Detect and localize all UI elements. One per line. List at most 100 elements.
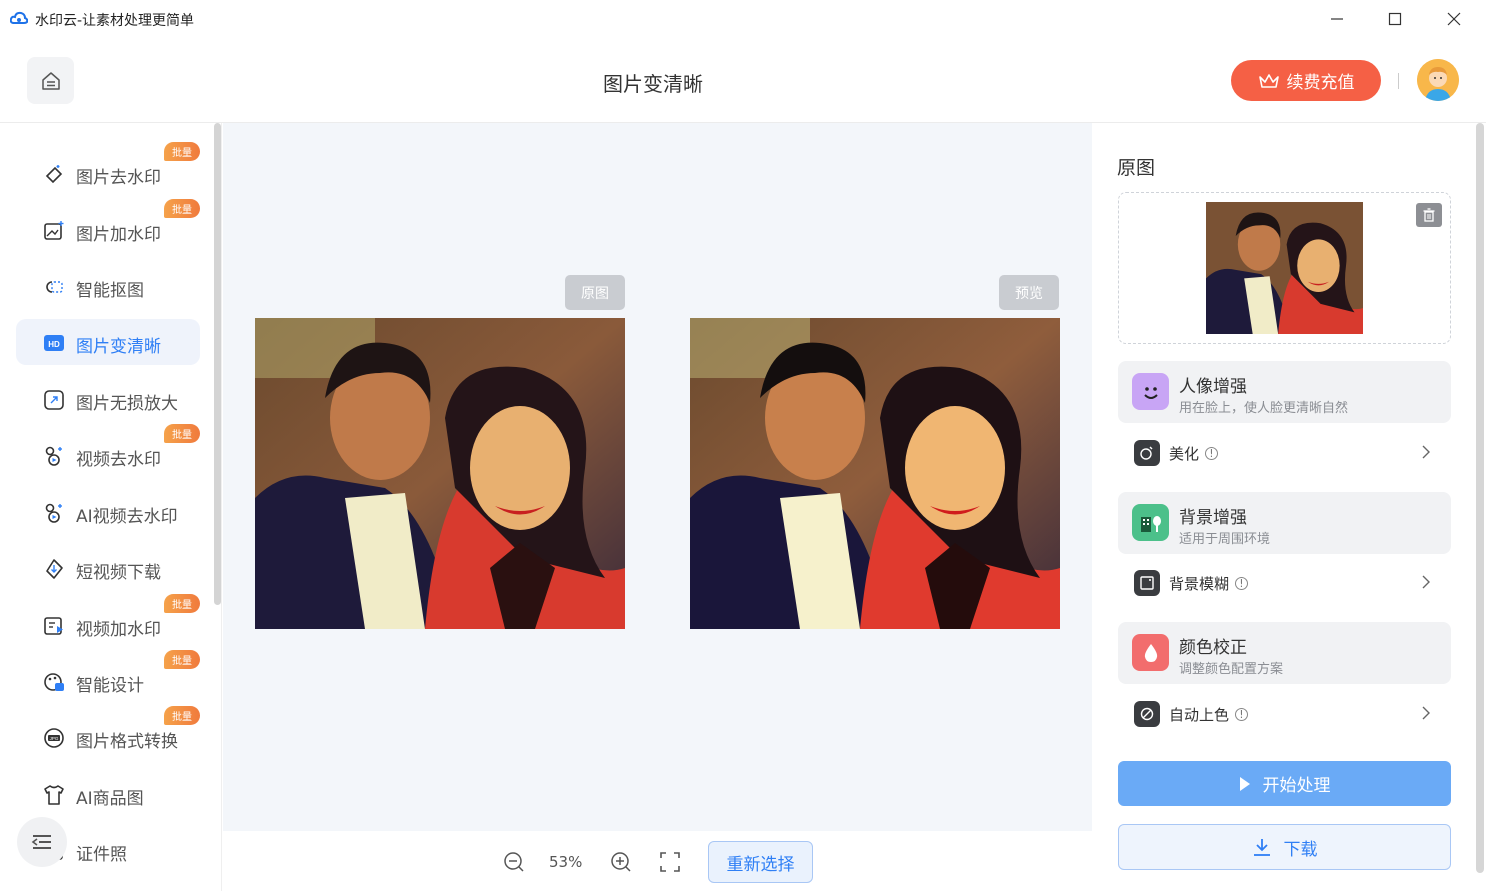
sidebar-item-label: 图片无损放大 <box>76 394 178 414</box>
info-icon[interactable]: ! <box>1205 447 1219 460</box>
zoom-out-icon[interactable] <box>502 850 526 874</box>
sidebar-item-label: 图片加水印 <box>76 225 161 245</box>
maximize-button[interactable] <box>1380 6 1410 32</box>
original-tag: 原图 <box>565 275 625 310</box>
menu-collapse-icon <box>31 835 51 849</box>
close-icon <box>1447 12 1461 26</box>
option-auto-colorize[interactable]: 自动上色! <box>1118 694 1451 734</box>
beauty-icon <box>1134 440 1160 466</box>
sidebar-item-label: AI视频去水印 <box>76 507 178 527</box>
image-add-icon <box>44 221 64 240</box>
batch-badge: 批量 <box>164 424 200 443</box>
zoom-in-icon[interactable] <box>609 850 633 874</box>
trash-icon <box>1423 208 1435 222</box>
cutout-icon <box>46 281 63 293</box>
image-canvas: 原图 预览 <box>223 123 1092 831</box>
sidebar-item-smart-cutout[interactable]: 智能抠图 <box>16 263 200 309</box>
video-eraser-icon <box>45 446 62 466</box>
preview-image <box>690 318 1060 629</box>
option-label: 美化! <box>1169 443 1219 464</box>
page-title: 图片变清晰 <box>603 72 703 96</box>
sidebar-collapse-button[interactable] <box>17 817 67 867</box>
colorize-icon <box>1134 701 1160 727</box>
minimize-button[interactable] <box>1322 6 1352 32</box>
sidebar-item-label: AI商品图 <box>76 789 144 809</box>
download-icon <box>1253 839 1270 856</box>
original-thumbnail <box>1206 202 1363 334</box>
fullscreen-icon[interactable] <box>659 851 681 873</box>
sidebar-item-label: 视频去水印 <box>76 450 161 470</box>
sidebar-item-label: 智能抠图 <box>76 281 144 301</box>
batch-badge: 批量 <box>164 594 200 613</box>
info-icon[interactable]: ! <box>1235 577 1249 590</box>
sidebar-item-video-add-watermark[interactable]: 视频加水印 批量 <box>16 594 200 648</box>
feature-color-correction[interactable]: 颜色校正 调整颜色配置方案 <box>1118 622 1451 684</box>
play-icon <box>1239 776 1250 791</box>
option-beautify[interactable]: 美化! <box>1118 433 1451 473</box>
cloud-logo-icon <box>10 11 28 24</box>
feature-background-enhance[interactable]: 背景增强 适用于周围环境 <box>1118 492 1451 554</box>
minimize-icon <box>1331 18 1343 20</box>
sidebar-item-label: 图片格式转换 <box>76 732 178 752</box>
vip-recharge-button[interactable]: 续费充值 <box>1231 60 1381 101</box>
sidebar-item-ai-video-remove-watermark[interactable]: AI视频去水印 <box>16 489 200 535</box>
sidebar-item-smart-design[interactable]: 智能设计 批量 <box>16 650 200 704</box>
chevron-right-icon[interactable] <box>1421 445 1431 459</box>
original-section-title: 原图 <box>1117 157 1156 179</box>
start-processing-label: 开始处理 <box>1262 776 1331 796</box>
original-image-box[interactable] <box>1118 192 1451 344</box>
download-video-icon <box>46 559 63 579</box>
feature-desc: 适用于周围环境 <box>1179 532 1271 547</box>
sidebar-item-label: 短视频下载 <box>76 563 161 583</box>
delete-image-button[interactable] <box>1416 203 1442 227</box>
zoom-level: 53% <box>549 853 583 871</box>
chevron-right-icon[interactable] <box>1421 706 1431 720</box>
hd-icon: HD <box>44 335 64 351</box>
blur-icon <box>1134 570 1160 596</box>
sidebar-item-label: 证件照 <box>76 845 127 865</box>
panel-scrollbar[interactable] <box>1476 123 1484 873</box>
sidebar-item-label: 图片变清晰 <box>76 337 161 357</box>
sidebar-item-image-remove-watermark[interactable]: 图片去水印 批量 <box>16 142 200 196</box>
sidebar-item-video-remove-watermark[interactable]: 视频去水印 批量 <box>16 424 200 478</box>
canvas-toolbar: 53% 重新选择 <box>223 831 1092 891</box>
feature-portrait-enhance[interactable]: 人像增强 用在脸上，使人脸更清晰自然 <box>1118 361 1451 423</box>
settings-panel: 原图 人像增强 用在脸上，使人脸更清晰自然 美化! 背景增强 适用于周围环境 背… <box>1093 123 1486 891</box>
feature-title: 人像增强 <box>1179 377 1247 397</box>
start-processing-button[interactable]: 开始处理 <box>1118 761 1451 806</box>
enlarge-icon <box>44 390 64 410</box>
design-icon <box>44 673 64 691</box>
maximize-icon <box>1388 12 1402 26</box>
building-icon <box>1132 504 1169 541</box>
avatar[interactable] <box>1417 59 1459 101</box>
sidebar-item-image-format-convert[interactable]: JPG 图片格式转换 批量 <box>16 706 200 760</box>
sidebar-item-short-video-download[interactable]: 短视频下载 <box>16 545 200 591</box>
option-label: 自动上色! <box>1169 704 1249 725</box>
info-icon[interactable]: ! <box>1235 708 1249 721</box>
sidebar-item-image-sharpen[interactable]: HD 图片变清晰 <box>16 319 200 365</box>
close-button[interactable] <box>1439 6 1469 32</box>
feature-title: 背景增强 <box>1179 508 1247 528</box>
option-label: 背景模糊! <box>1169 573 1249 594</box>
sidebar-item-lossless-enlarge[interactable]: 图片无损放大 <box>16 376 200 422</box>
reselect-button[interactable]: 重新选择 <box>708 841 813 883</box>
sidebar-item-label: 视频加水印 <box>76 620 161 640</box>
sidebar-item-image-add-watermark[interactable]: 图片加水印 批量 <box>16 199 200 253</box>
sidebar-item-ai-product-image[interactable]: AI商品图 <box>16 771 200 817</box>
sidebar-item-label: 智能设计 <box>76 676 144 696</box>
feature-title: 颜色校正 <box>1179 638 1247 658</box>
sidebar-item-label: 图片去水印 <box>76 168 161 188</box>
window-title: 水印云-让素材处理更简单 <box>35 13 195 29</box>
video-add-icon <box>44 617 63 635</box>
batch-badge: 批量 <box>164 706 200 725</box>
option-background-blur[interactable]: 背景模糊! <box>1118 563 1451 603</box>
preview-tag: 预览 <box>999 275 1059 310</box>
header-divider <box>1398 73 1399 89</box>
feature-desc: 用在脸上，使人脸更清晰自然 <box>1179 401 1349 416</box>
sidebar: 图片去水印 批量 图片加水印 批量 智能抠图 HD 图片变清晰 图片无损放大 视… <box>0 123 222 891</box>
chevron-right-icon[interactable] <box>1421 575 1431 589</box>
svg-text:JPG: JPG <box>50 736 59 741</box>
sidebar-scrollbar[interactable] <box>214 123 221 605</box>
original-image <box>255 318 625 629</box>
download-button[interactable]: 下载 <box>1118 824 1451 870</box>
